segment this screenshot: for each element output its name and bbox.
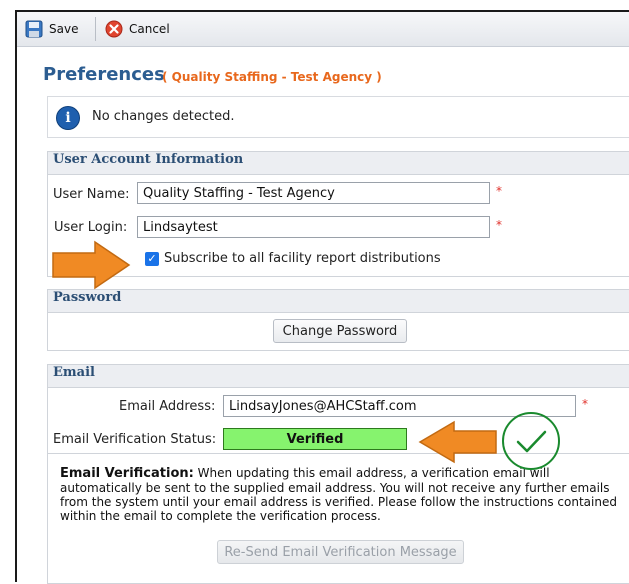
username-required-mark: * [496,184,502,198]
toolbar: Save Cancel [17,12,629,47]
resend-verification-button[interactable]: Re-Send Email Verification Message [217,540,464,564]
password-heading: Password [48,290,629,313]
preferences-window: Save Cancel Preferences ( Quality Staffi… [15,10,629,584]
email-required-mark: * [582,397,588,411]
email-heading: Email [48,365,629,388]
message-box: i No changes detected. [47,96,629,138]
toolbar-divider [95,17,96,41]
login-required-mark: * [496,218,502,232]
verification-note: Email Verification: When updating this e… [60,466,620,523]
floppy-disk-icon [25,20,43,38]
subscribe-label: Subscribe to all facility report distrib… [164,251,441,266]
verification-note-title: Email Verification: [60,466,194,481]
cancel-button[interactable]: Cancel [105,19,170,39]
page-title: Preferences [43,64,165,85]
change-password-button[interactable]: Change Password [273,319,407,343]
user-account-heading: User Account Information [48,152,629,175]
subscribe-checkbox[interactable]: ✓ [145,252,159,266]
green-check-circle-icon [502,412,560,470]
message-text: No changes detected. [92,109,235,124]
login-field[interactable] [137,216,490,238]
cancel-icon [105,20,123,38]
email-address-label: Email Address: [119,399,216,414]
save-label: Save [49,22,79,36]
cancel-label: Cancel [129,22,170,36]
username-field[interactable] [137,182,490,204]
login-label: User Login: [54,220,128,235]
orange-arrow-icon [52,240,131,290]
verification-status-label: Email Verification Status: [53,432,217,447]
info-icon: i [56,106,80,130]
save-button[interactable]: Save [25,19,78,39]
orange-arrow-icon [418,420,497,464]
username-label: User Name: [53,187,130,202]
verification-status-badge: Verified [223,428,407,450]
page-subtitle: ( Quality Staffing - Test Agency ) [162,70,382,84]
